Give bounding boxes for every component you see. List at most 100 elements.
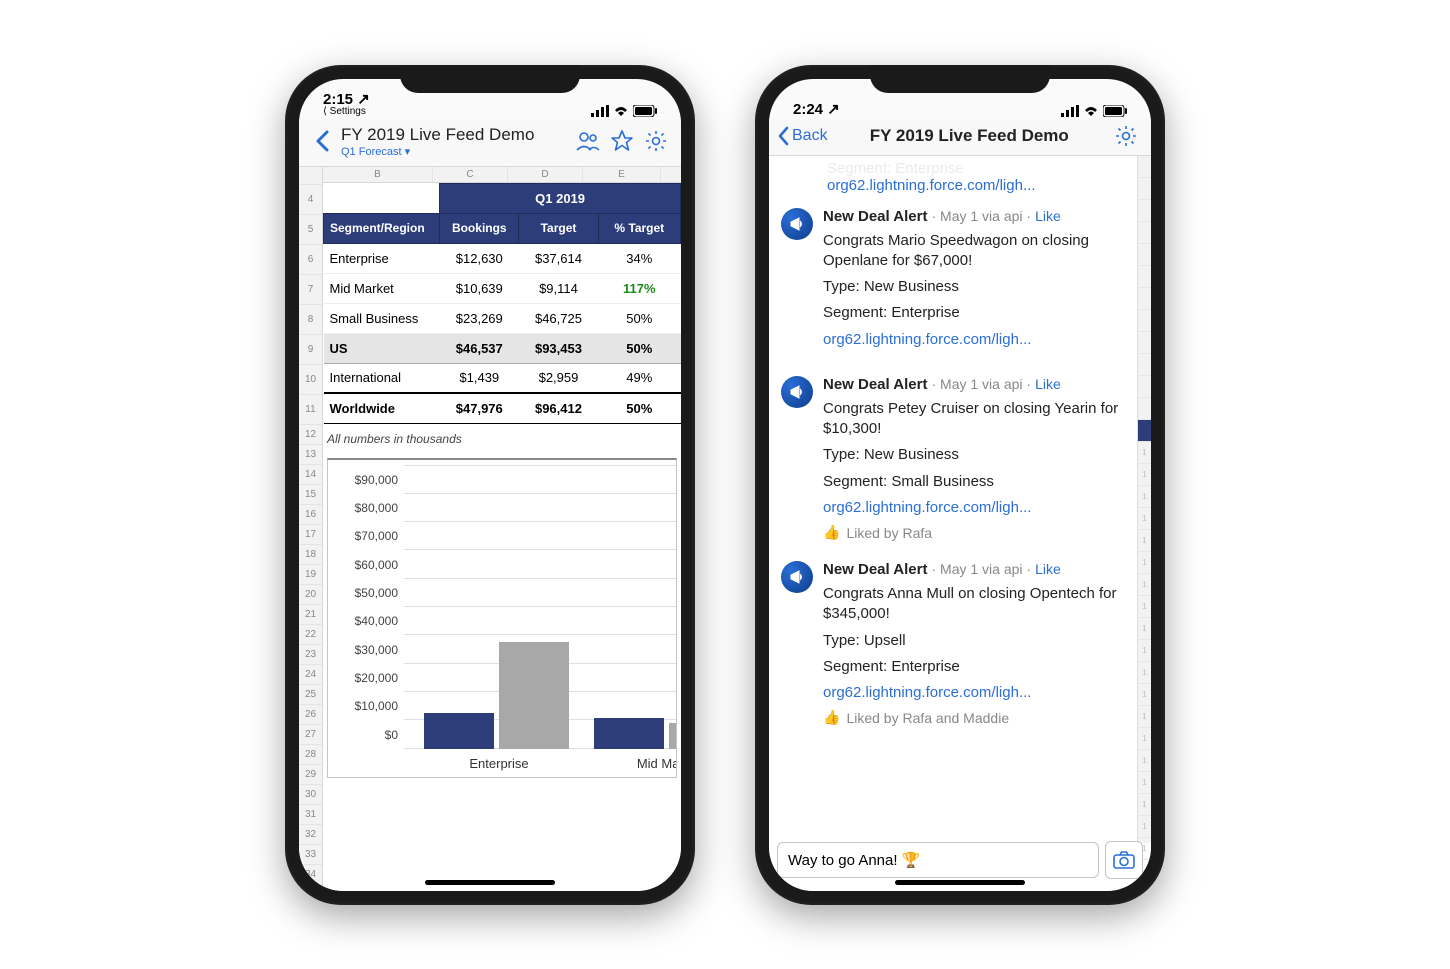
col-header: C <box>433 167 508 182</box>
feed-post[interactable]: New Deal Alert · May 1 via api · LikeCon… <box>769 362 1151 547</box>
row-number: 33 <box>299 845 322 865</box>
chart-bar[interactable] <box>499 642 569 748</box>
th-target: Target <box>519 213 598 243</box>
comment-input[interactable]: Way to go Anna! 🏆 <box>777 842 1099 878</box>
row-number: 25 <box>299 685 322 705</box>
cell-pct: 50% <box>598 393 680 423</box>
share-people-button[interactable] <box>573 131 603 151</box>
cell-label: Enterprise <box>324 243 440 273</box>
cell-pct: 117% <box>598 273 680 303</box>
cell-pct: 49% <box>598 363 680 393</box>
link[interactable]: org62.lightning.force.com/ligh... <box>827 177 1135 194</box>
row-number: 7 <box>299 275 322 305</box>
y-tick-label: $40,000 <box>328 614 398 628</box>
feed-post[interactable]: New Deal Alert · May 1 via api · LikeCon… <box>769 194 1151 362</box>
post-line: Type: Upsell <box>823 631 1135 651</box>
post-sender: New Deal Alert <box>823 376 927 393</box>
row-number: 11 <box>299 395 322 425</box>
nav-header: Back FY 2019 Live Feed Demo <box>769 119 1151 156</box>
battery-icon <box>633 105 657 117</box>
y-tick-label: $90,000 <box>328 473 398 487</box>
spreadsheet[interactable]: 4567891011121314151617181920212223242526… <box>299 167 681 891</box>
phone-right: 2:24 ↗ Back FY 2019 Live Feed Demo 11111… <box>755 65 1165 905</box>
star-button[interactable] <box>607 130 637 152</box>
screen-left: 2:15 ↗ ⟨ Settings FY 2019 Live Feed Demo… <box>299 79 681 891</box>
screen-right: 2:24 ↗ Back FY 2019 Live Feed Demo 11111… <box>769 79 1151 891</box>
link[interactable]: org62.lightning.force.com/ligh... <box>823 683 1135 703</box>
cell-target: $9,114 <box>519 273 598 303</box>
th-segment: Segment/Region <box>324 213 440 243</box>
chart-bar[interactable] <box>594 718 664 748</box>
post-line: Congrats Petey Cruiser on closing Yearin… <box>823 399 1135 440</box>
table-row[interactable]: Mid Market$10,639$9,114117% <box>324 273 681 303</box>
post-line: Congrats Mario Speedwagon on closing Ope… <box>823 231 1135 272</box>
sheet-selector[interactable]: Q1 Forecast ▾ <box>341 145 569 158</box>
post-line: Type: New Business <box>823 445 1135 465</box>
row-gutter: 4567891011121314151617181920212223242526… <box>299 167 323 891</box>
table-row[interactable]: Worldwide$47,976$96,41250% <box>324 393 681 423</box>
row-number: 20 <box>299 585 322 605</box>
row-number: 4 <box>299 185 322 215</box>
row-number: 12 <box>299 425 322 445</box>
row-number: 30 <box>299 785 322 805</box>
liked-by: 👍Liked by Rafa <box>823 524 1135 541</box>
cell-bookings: $23,269 <box>440 303 519 333</box>
row-number: 31 <box>299 805 322 825</box>
cell-bookings: $12,630 <box>440 243 519 273</box>
table-row[interactable]: Small Business$23,269$46,72550% <box>324 303 681 333</box>
link[interactable]: org62.lightning.force.com/ligh... <box>823 330 1135 350</box>
cell-target: $37,614 <box>519 243 598 273</box>
chart-bar[interactable] <box>424 713 494 749</box>
camera-button[interactable] <box>1105 841 1143 879</box>
cell-bookings: $47,976 <box>440 393 519 423</box>
y-tick-label: $30,000 <box>328 643 398 657</box>
nav-header: FY 2019 Live Feed Demo Q1 Forecast ▾ <box>299 119 681 167</box>
like-button[interactable]: Like <box>1035 561 1061 577</box>
page-title: FY 2019 Live Feed Demo <box>832 126 1107 146</box>
chevron-left-icon <box>777 126 789 146</box>
y-tick-label: $0 <box>328 728 398 742</box>
cell-label: Small Business <box>324 303 440 333</box>
like-button[interactable]: Like <box>1035 208 1061 224</box>
row-number: 5 <box>299 215 322 245</box>
like-button[interactable]: Like <box>1035 376 1061 392</box>
settings-button[interactable] <box>1111 125 1141 147</box>
table-row[interactable]: Enterprise$12,630$37,61434% <box>324 243 681 273</box>
megaphone-icon <box>781 208 813 240</box>
back-button[interactable]: Back <box>777 126 828 146</box>
feed[interactable]: 1111111111111111111 Segment: Enterprise … <box>769 156 1151 891</box>
post-meta: · May 1 via api · <box>931 208 1031 224</box>
settings-button[interactable] <box>641 130 671 152</box>
table-row[interactable]: International$1,439$2,95949% <box>324 363 681 393</box>
signal-icon <box>591 105 609 117</box>
th-bookings: Bookings <box>440 213 519 243</box>
people-icon <box>576 131 600 151</box>
row-number: 21 <box>299 605 322 625</box>
row-number: 34 <box>299 865 322 885</box>
feed-post[interactable]: New Deal Alert · May 1 via api · LikeCon… <box>769 547 1151 732</box>
chart-bar[interactable] <box>669 723 677 749</box>
post-line: Segment: Small Business <box>823 472 1135 492</box>
back-button[interactable] <box>307 130 337 152</box>
back-label: Back <box>792 127 828 145</box>
chart[interactable]: $0$10,000$20,000$30,000$40,000$50,000$60… <box>327 458 677 778</box>
star-icon <box>611 130 633 152</box>
status-time: 2:24 ↗ <box>793 102 1061 117</box>
x-tick-label: Mid Market <box>594 756 677 771</box>
cell-label: US <box>324 333 440 363</box>
y-tick-label: $60,000 <box>328 558 398 572</box>
gear-icon <box>1115 125 1137 147</box>
x-tick-label: Enterprise <box>424 756 574 771</box>
status-breadcrumb[interactable]: ⟨ Settings <box>323 107 591 117</box>
cell-target: $46,725 <box>519 303 598 333</box>
thumbs-up-icon: 👍 <box>823 709 840 726</box>
status-icons <box>1061 105 1127 117</box>
link[interactable]: org62.lightning.force.com/ligh... <box>823 498 1135 518</box>
y-tick-label: $70,000 <box>328 529 398 543</box>
row-number: 6 <box>299 245 322 275</box>
row-number: 10 <box>299 365 322 395</box>
row-number: 17 <box>299 525 322 545</box>
data-table[interactable]: Q1 2019 Segment/Region Bookings Target %… <box>323 183 681 424</box>
row-number: 15 <box>299 485 322 505</box>
table-row[interactable]: US$46,537$93,45350% <box>324 333 681 363</box>
